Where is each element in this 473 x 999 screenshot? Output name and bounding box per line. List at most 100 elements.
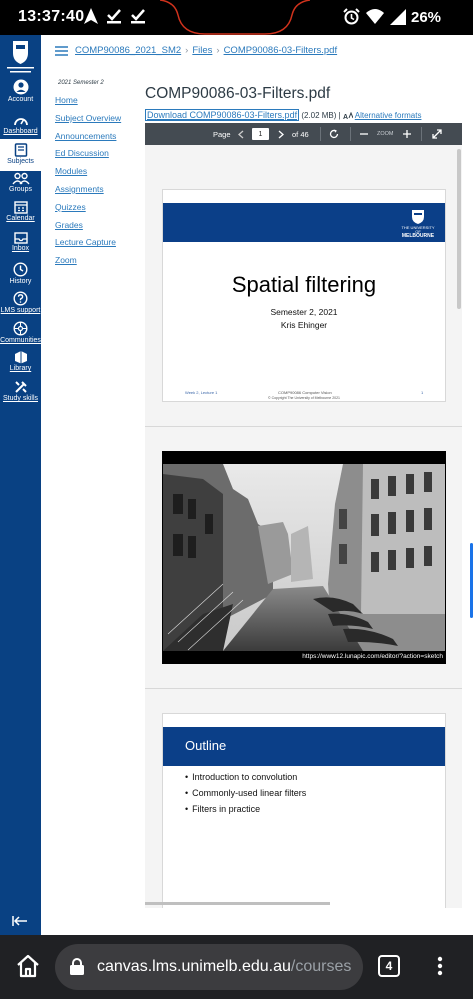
vertical-scrollbar[interactable]: [457, 149, 461, 309]
prev-page-icon[interactable]: [238, 123, 244, 145]
university-logo[interactable]: [4, 39, 37, 75]
tab-switcher-button[interactable]: 4: [378, 955, 400, 977]
download-done-icon: [107, 9, 121, 24]
browser-bar: canvas.lms.unimelb.edu.au/courses 4: [0, 935, 473, 999]
outline-item: Introduction to convolution: [185, 772, 306, 788]
breadcrumb-file[interactable]: COMP90086-03-Filters.pdf: [224, 45, 338, 56]
course-nav-announcements[interactable]: Announcements: [55, 131, 145, 149]
file-size: (2.02 MB): [301, 111, 337, 120]
zoom-in-icon[interactable]: [403, 123, 411, 145]
home-icon[interactable]: [15, 954, 41, 978]
library-icon: [14, 351, 27, 364]
outline-title: Outline: [185, 738, 227, 753]
nav-subjects[interactable]: Subjects: [0, 139, 41, 171]
url-domain: canvas.lms.unimelb.edu.au: [97, 958, 291, 975]
slide-2: https://www12.lunapic.com/editor/?action…: [162, 451, 446, 664]
breadcrumb: COMP90086_2021_SM2 › Files › COMP90086-03-Fi…: [75, 45, 338, 56]
course-nav-home[interactable]: Home: [55, 95, 145, 113]
fullscreen-icon[interactable]: [432, 123, 442, 145]
term-label: 2021 Semester 2: [58, 80, 104, 86]
university-crest: THE UNIVERSITY OF MELBOURNE: [401, 207, 435, 239]
camera-notch: [160, 0, 310, 35]
nav-inbox[interactable]: Inbox: [0, 232, 41, 256]
outline-item: Commonly-used linear filters: [185, 788, 306, 804]
history-icon: [13, 262, 28, 277]
calendar-icon: [13, 201, 28, 214]
venice-sketch-image: [163, 464, 445, 651]
nav-lms-support[interactable]: LMS support: [0, 291, 41, 319]
course-nav-ed-discussion[interactable]: Ed Discussion: [55, 148, 145, 166]
more-options-icon[interactable]: [437, 956, 443, 976]
course-nav: 2021 Semester 2 Home Subject Overview An…: [55, 80, 145, 273]
svg-text:A: A: [343, 114, 348, 120]
course-nav-lecture-capture[interactable]: Lecture Capture: [55, 237, 145, 255]
status-bar: 13:37:40 26%: [0, 0, 473, 35]
outline-list: Introduction to convolution Commonly-use…: [185, 772, 306, 820]
course-nav-grades[interactable]: Grades: [55, 220, 145, 238]
download-link[interactable]: Download COMP90086-03-Filters.pdf: [145, 109, 300, 121]
download-done-icon-2: [131, 9, 145, 24]
course-nav-subject-overview[interactable]: Subject Overview: [55, 113, 145, 131]
subjects-icon: [14, 143, 27, 157]
rotate-icon[interactable]: [329, 123, 339, 145]
file-main: COMP90086-03-Filters.pdf Download COMP90…: [145, 80, 463, 122]
url-path: /courses: [290, 958, 352, 975]
download-row: Download COMP90086-03-Filters.pdf (2.02 …: [145, 109, 422, 121]
breadcrumb-files[interactable]: Files: [192, 45, 212, 56]
breadcrumb-subject[interactable]: COMP90086_2021_SM2: [75, 45, 181, 56]
course-nav-zoom[interactable]: Zoom: [55, 255, 145, 273]
help-icon: [13, 291, 28, 306]
zoom-label: ZOOM: [377, 131, 394, 137]
slide-footer-left: Week 2, Lecture 1: [185, 390, 218, 395]
battery-level: 26%: [411, 9, 442, 26]
page-number-input[interactable]: 1: [252, 128, 269, 140]
nav-groups[interactable]: Groups: [0, 172, 41, 197]
slide-1: THE UNIVERSITY OF MELBOURNE Spatial filt…: [162, 189, 446, 402]
nav-study-skills[interactable]: Study skills: [0, 380, 41, 408]
slide-author: Kris Ehinger: [280, 320, 328, 330]
slide-copyright: © Copyright The University of Melbourne …: [268, 396, 340, 400]
course-nav-assignments[interactable]: Assignments: [55, 184, 145, 202]
lock-icon: [70, 958, 84, 975]
groups-icon: [11, 172, 30, 185]
horizontal-scrollbar[interactable]: [145, 902, 330, 905]
zoom-out-icon[interactable]: [360, 123, 368, 145]
course-nav-quizzes[interactable]: Quizzes: [55, 202, 145, 220]
image-source-url: https://www12.lunapic.com/editor/?action…: [302, 653, 443, 660]
wifi-icon: [366, 8, 384, 24]
alarm-icon: [343, 8, 360, 25]
nav-library[interactable]: Library: [0, 350, 41, 378]
slide-header-band: THE UNIVERSITY OF MELBOURNE: [163, 203, 445, 242]
inbox-icon: [13, 232, 28, 244]
nav-communities[interactable]: Communities: [0, 321, 41, 349]
dashboard-icon: [13, 118, 28, 126]
nav-history[interactable]: History: [0, 262, 41, 289]
slide-footer-right: 1: [421, 390, 424, 395]
pdf-toolbar: Page 1 of 46 ZOOM: [145, 123, 462, 145]
alternative-formats-link[interactable]: Alternative formats: [355, 111, 422, 120]
nav-calendar[interactable]: Calendar: [0, 200, 41, 227]
next-page-icon[interactable]: [278, 123, 284, 145]
collapse-nav-icon[interactable]: [12, 915, 28, 927]
alternative-formats-icon: A: [343, 111, 354, 121]
outline-item: Filters in practice: [185, 804, 306, 820]
slide-semester: Semester 2, 2021: [270, 307, 338, 317]
hamburger-menu-icon[interactable]: [55, 46, 68, 56]
subject-header: COMP90086_2021_SM2 › Files › COMP90086-03-Fi…: [41, 35, 473, 68]
address-bar[interactable]: canvas.lms.unimelb.edu.au/courses: [55, 944, 363, 990]
crest-text-2: MELBOURNE: [401, 233, 435, 239]
page-count: of 46: [292, 129, 309, 139]
slide-title: Spatial filtering: [231, 272, 377, 297]
global-nav: Account Dashboard Subjects Groups Calend…: [0, 35, 41, 935]
page-label: Page: [213, 129, 231, 139]
slide-3: Outline Introduction to convolution Comm…: [162, 713, 446, 908]
slide-footer-center: COMP90086 Computer Vision: [278, 390, 332, 395]
communities-icon: [13, 321, 28, 336]
course-nav-modules[interactable]: Modules: [55, 166, 145, 184]
study-skills-icon: [14, 381, 27, 393]
status-time: 13:37:40: [18, 8, 85, 25]
page-title: COMP90086-03-Filters.pdf: [145, 85, 331, 102]
pdf-viewer[interactable]: Page 1 of 46 ZOOM THE UNIVERSITY OF MELB…: [145, 123, 462, 908]
nav-account[interactable]: Account: [0, 79, 41, 107]
nav-dashboard[interactable]: Dashboard: [0, 114, 41, 139]
